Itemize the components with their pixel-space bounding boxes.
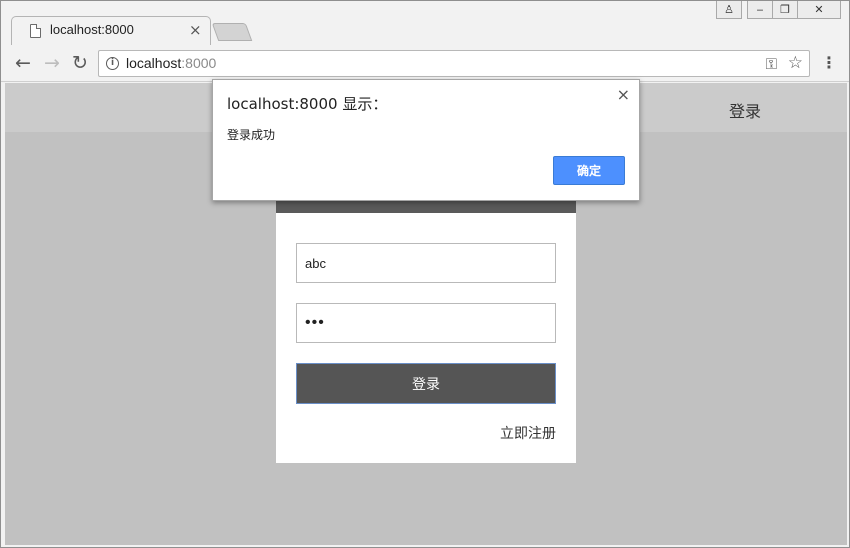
url-host: localhost xyxy=(126,55,182,71)
forward-arrow-icon[interactable]: → xyxy=(41,52,63,74)
tab-title: localhost:8000 xyxy=(50,22,134,37)
header-login-link[interactable]: 登录 xyxy=(729,98,761,122)
tab-close-icon[interactable]: × xyxy=(189,21,202,39)
close-window-button[interactable]: ✕ xyxy=(797,1,841,19)
dialog-title: localhost:8000 显示： xyxy=(227,95,388,113)
user-icon[interactable]: ♙ xyxy=(716,1,742,19)
username-input[interactable]: abc xyxy=(296,243,556,283)
browser-window: localhost:8000 × ♙ ‒ ❐ ✕ ← → ↻ i localho… xyxy=(0,0,850,548)
info-icon[interactable]: i xyxy=(106,57,119,70)
back-arrow-icon[interactable]: ← xyxy=(12,52,34,74)
key-icon[interactable]: ⚿ xyxy=(766,55,777,73)
window-controls: ♙ ‒ ❐ ✕ xyxy=(716,1,841,19)
register-link[interactable]: 立即注册 xyxy=(500,423,556,443)
minimize-button[interactable]: ‒ xyxy=(747,1,773,19)
browser-toolbar: ← → ↻ i localhost:8000 ⚿ ☆ ⋮ xyxy=(1,45,849,82)
new-tab-button[interactable] xyxy=(211,23,253,41)
login-button[interactable]: 登录 xyxy=(296,363,556,404)
reload-icon[interactable]: ↻ xyxy=(69,52,91,74)
url-port: :8000 xyxy=(181,55,217,71)
star-icon[interactable]: ☆ xyxy=(788,53,803,73)
page-icon xyxy=(30,24,41,38)
address-bar[interactable]: i localhost:8000 ⚿ ☆ xyxy=(98,50,810,77)
url-text[interactable]: localhost:8000 xyxy=(126,55,216,71)
restore-button[interactable]: ❐ xyxy=(772,1,798,19)
menu-icon[interactable]: ⋮ xyxy=(821,53,837,73)
ok-button[interactable]: 确定 xyxy=(553,156,625,185)
browser-tab[interactable]: localhost:8000 × xyxy=(11,16,211,45)
alert-dialog: localhost:8000 显示： × 登录成功 确定 xyxy=(212,79,640,201)
password-input[interactable]: ••• xyxy=(296,303,556,343)
tab-strip: localhost:8000 × ♙ ‒ ❐ ✕ xyxy=(1,1,849,45)
dialog-close-icon[interactable]: × xyxy=(617,85,630,104)
dialog-message: 登录成功 xyxy=(227,128,276,142)
